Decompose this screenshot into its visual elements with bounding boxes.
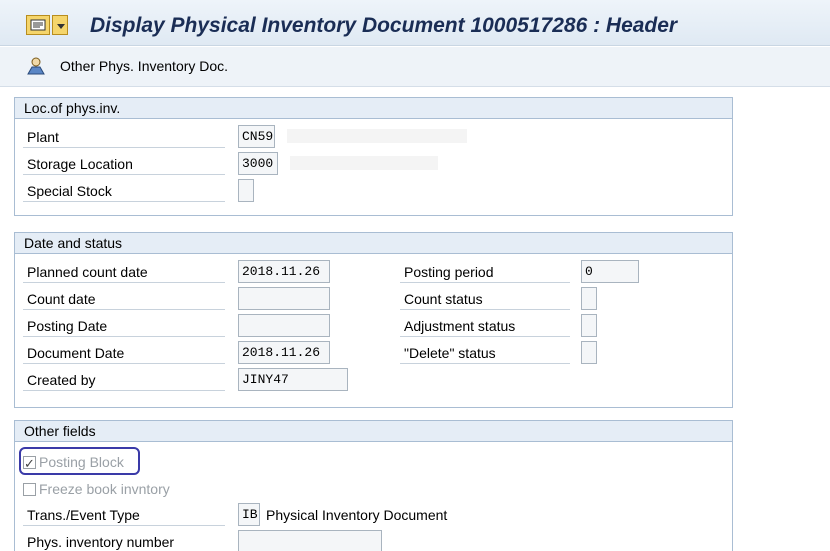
plant-description	[287, 129, 467, 143]
other-fields-group: Other fields Posting Block Freeze book i…	[14, 420, 733, 551]
location-group: Loc.of phys.inv. Plant CN59 Storage Loca…	[14, 97, 733, 216]
delete-status-label: "Delete" status	[400, 343, 570, 364]
other-fields-group-title: Other fields	[15, 421, 732, 442]
created-by-field[interactable]: JINY47	[238, 368, 348, 391]
trans-event-type-description: Physical Inventory Document	[266, 507, 448, 523]
posting-period-field[interactable]: 0	[581, 260, 639, 283]
location-group-title: Loc.of phys.inv.	[15, 98, 732, 119]
delete-status-field[interactable]	[581, 341, 597, 364]
freeze-book-inventory-checkbox-row[interactable]: Freeze book invntory	[23, 478, 170, 500]
document-date-label: Document Date	[23, 343, 225, 364]
storage-location-description	[290, 156, 438, 170]
phys-inventory-number-label: Phys. inventory number	[23, 532, 225, 551]
user-doc-icon[interactable]	[26, 56, 46, 76]
adjustment-status-label: Adjustment status	[400, 316, 570, 337]
planned-count-date-field[interactable]: 2018.11.26	[238, 260, 330, 283]
count-date-field[interactable]	[238, 287, 330, 310]
date-status-group: Date and status Planned count date 2018.…	[14, 232, 733, 408]
posting-block-highlight	[19, 447, 140, 475]
menu-dropdown-icon[interactable]	[52, 15, 68, 35]
phys-inventory-number-field[interactable]	[238, 530, 382, 551]
count-date-label: Count date	[23, 289, 225, 310]
storage-location-label: Storage Location	[23, 154, 225, 175]
document-date-field[interactable]: 2018.11.26	[238, 341, 330, 364]
title-bar: Display Physical Inventory Document 1000…	[0, 0, 830, 46]
date-status-group-title: Date and status	[15, 233, 732, 254]
planned-count-date-label: Planned count date	[23, 262, 225, 283]
count-status-field[interactable]	[581, 287, 597, 310]
trans-event-type-label: Trans./Event Type	[23, 505, 225, 526]
created-by-label: Created by	[23, 370, 225, 391]
adjustment-status-field[interactable]	[581, 314, 597, 337]
application-toolbar: Other Phys. Inventory Doc.	[0, 47, 830, 87]
posting-period-label: Posting period	[400, 262, 570, 283]
other-phys-inventory-doc-button[interactable]: Other Phys. Inventory Doc.	[60, 58, 228, 74]
plant-field[interactable]: CN59	[238, 125, 275, 148]
freeze-book-inventory-checkbox[interactable]	[23, 482, 36, 496]
page-title: Display Physical Inventory Document 1000…	[90, 14, 678, 37]
menu-icon[interactable]	[26, 15, 50, 35]
trans-event-type-field[interactable]: IB	[238, 503, 260, 526]
posting-date-label: Posting Date	[23, 316, 225, 337]
count-status-label: Count status	[400, 289, 570, 310]
freeze-book-inventory-label: Freeze book invntory	[39, 481, 170, 497]
special-stock-field[interactable]	[238, 179, 254, 202]
plant-label: Plant	[23, 127, 225, 148]
posting-date-field[interactable]	[238, 314, 330, 337]
special-stock-label: Special Stock	[23, 181, 225, 202]
system-menu-button[interactable]	[26, 15, 72, 37]
storage-location-field[interactable]: 3000	[238, 152, 278, 175]
